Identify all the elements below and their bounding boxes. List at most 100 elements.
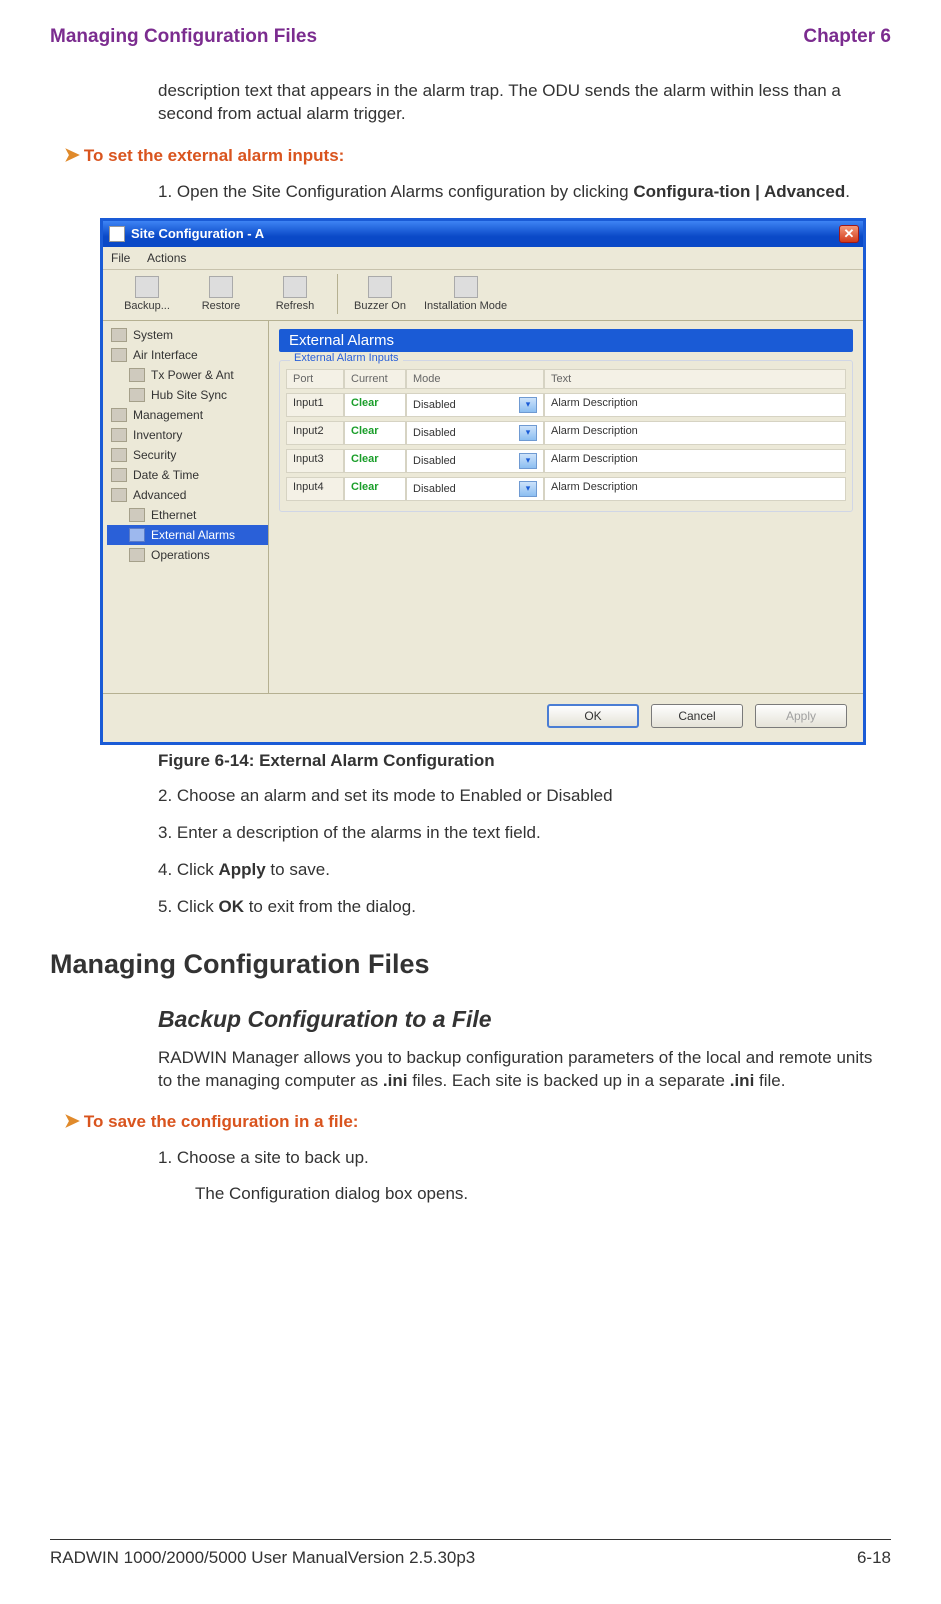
close-icon[interactable]: ✕ xyxy=(839,225,859,243)
content-panel: External Alarms External Alarm Inputs Po… xyxy=(269,321,863,693)
window-title: Site Configuration - A xyxy=(131,226,264,241)
section-subheading-backup: Backup Configuration to a File xyxy=(158,1006,891,1033)
alarm-text-input[interactable]: Alarm Description xyxy=(544,449,846,473)
step-4-bold: Apply xyxy=(218,860,265,879)
restore-label: Restore xyxy=(202,300,241,312)
step-1-text-bold: Configura-tion | Advanced xyxy=(633,182,845,201)
procedure-heading-1: ➤To set the external alarm inputs: xyxy=(64,144,891,167)
alarm-current: Clear xyxy=(344,477,406,501)
sidebar-item-external-alarms[interactable]: External Alarms xyxy=(107,525,268,545)
col-header-port: Port xyxy=(286,369,344,389)
backup-button[interactable]: Backup... xyxy=(111,274,183,314)
step-1-text-suffix: . xyxy=(845,182,850,201)
sync-icon xyxy=(129,388,145,402)
ok-button[interactable]: OK xyxy=(547,704,639,728)
alarm-port: Input1 xyxy=(286,393,344,417)
step-5-bold: OK xyxy=(218,897,244,916)
alarm-mode-value: Disabled xyxy=(413,483,456,495)
alarm-text-input[interactable]: Alarm Description xyxy=(544,477,846,501)
step-5: 5. Click OK to exit from the dialog. xyxy=(158,896,891,919)
step-1-text-pre: 1. Open the Site Configuration Alarms co… xyxy=(158,182,633,201)
refresh-label: Refresh xyxy=(276,300,315,312)
section-heading-managing-config: Managing Configuration Files xyxy=(50,949,891,980)
chevron-down-icon[interactable]: ▾ xyxy=(519,453,537,469)
sidebar-item-label: Advanced xyxy=(133,488,186,502)
chevron-down-icon[interactable]: ▾ xyxy=(519,481,537,497)
sidebar-item-management[interactable]: Management xyxy=(107,405,268,425)
operations-icon xyxy=(129,548,145,562)
sidebar-item-date-time[interactable]: Date & Time xyxy=(107,465,268,485)
button-bar: OK Cancel Apply xyxy=(103,693,863,742)
buzzer-icon xyxy=(368,276,392,298)
figure-caption: Figure 6-14: External Alarm Configuratio… xyxy=(158,751,891,771)
alarm-row: Input4 Clear Disabled ▾ Alarm Description xyxy=(286,477,846,501)
panel-title: External Alarms xyxy=(279,329,853,352)
alarm-mode-select[interactable]: Disabled ▾ xyxy=(406,393,544,417)
cancel-button[interactable]: Cancel xyxy=(651,704,743,728)
sidebar-item-advanced[interactable]: Advanced xyxy=(107,485,268,505)
alarm-port: Input3 xyxy=(286,449,344,473)
management-icon xyxy=(111,408,127,422)
chevron-icon: ➤ xyxy=(64,1111,80,1132)
alarm-text-input[interactable]: Alarm Description xyxy=(544,421,846,445)
sidebar-item-label: System xyxy=(133,328,173,342)
alarm-port: Input2 xyxy=(286,421,344,445)
chevron-down-icon[interactable]: ▾ xyxy=(519,397,537,413)
alarm-text-input[interactable]: Alarm Description xyxy=(544,393,846,417)
header-left: Managing Configuration Files xyxy=(50,26,317,48)
window-icon xyxy=(109,226,125,242)
sidebar-item-ethernet[interactable]: Ethernet xyxy=(107,505,268,525)
ini-bold-1: .ini xyxy=(383,1071,408,1090)
alarm-mode-select[interactable]: Disabled▾ xyxy=(406,449,544,473)
alarm-mode-select[interactable]: Disabled ▾ xyxy=(406,421,544,445)
alarm-row: Input2 Clear Disabled▾ Alarm Description xyxy=(286,421,846,445)
sidebar-item-label: External Alarms xyxy=(151,528,235,542)
backup-para-suf: file. xyxy=(754,1071,785,1090)
alarm-current: Clear xyxy=(344,393,406,417)
sidebar-item-operations[interactable]: Operations xyxy=(107,545,268,565)
restore-icon xyxy=(209,276,233,298)
buzzer-button[interactable]: Buzzer On xyxy=(344,274,416,314)
step-4-pre: 4. Click xyxy=(158,860,218,879)
air-icon xyxy=(111,348,127,362)
backup-icon xyxy=(135,276,159,298)
alarm-row: Input3 Clear Disabled▾ Alarm Description xyxy=(286,449,846,473)
apply-button[interactable]: Apply xyxy=(755,704,847,728)
ini-bold-2: .ini xyxy=(730,1071,755,1090)
sidebar-item-label: Management xyxy=(133,408,203,422)
restore-button[interactable]: Restore xyxy=(185,274,257,314)
alarm-current: Clear xyxy=(344,449,406,473)
window-titlebar[interactable]: Site Configuration - A ✕ xyxy=(103,221,863,247)
save-step-1: 1. Choose a site to back up. xyxy=(158,1147,891,1170)
sidebar-item-label: Ethernet xyxy=(151,508,196,522)
alarm-port: Input4 xyxy=(286,477,344,501)
step-2: 2. Choose an alarm and set its mode to E… xyxy=(158,785,891,808)
page-header: Managing Configuration Files Chapter 6 xyxy=(50,26,891,48)
col-header-current: Current xyxy=(344,369,406,389)
step-1: 1. Open the Site Configuration Alarms co… xyxy=(158,181,891,204)
sidebar-item-system[interactable]: System xyxy=(107,325,268,345)
sidebar-item-inventory[interactable]: Inventory xyxy=(107,425,268,445)
groupbox-title: External Alarm Inputs xyxy=(290,352,403,364)
menu-file[interactable]: File xyxy=(111,251,130,265)
toolbar-separator xyxy=(337,274,338,314)
alarm-mode-select[interactable]: Disabled ▾ xyxy=(406,477,544,501)
alarm-mode-value: Disabled xyxy=(413,399,456,411)
sidebar-item-hub-site-sync[interactable]: Hub Site Sync xyxy=(107,385,268,405)
chevron-down-icon[interactable]: ▾ xyxy=(519,425,537,441)
alarm-table-header: Port Current Mode Text xyxy=(286,369,846,389)
refresh-button[interactable]: Refresh xyxy=(259,274,331,314)
sidebar-item-air-interface[interactable]: Air Interface xyxy=(107,345,268,365)
alarm-row: Input1 Clear Disabled ▾ Alarm Description xyxy=(286,393,846,417)
alarm-mode-value: Disabled xyxy=(413,427,456,439)
sidebar: System Air Interface Tx Power & Ant Hub … xyxy=(103,321,269,693)
alarm-icon xyxy=(129,528,145,542)
header-right: Chapter 6 xyxy=(803,26,891,48)
sidebar-item-security[interactable]: Security xyxy=(107,445,268,465)
sidebar-item-label: Operations xyxy=(151,548,210,562)
menubar: File Actions xyxy=(103,247,863,270)
menu-actions[interactable]: Actions xyxy=(147,251,186,265)
installation-mode-button[interactable]: Installation Mode xyxy=(418,274,513,314)
ethernet-icon xyxy=(129,508,145,522)
sidebar-item-tx-power[interactable]: Tx Power & Ant xyxy=(107,365,268,385)
